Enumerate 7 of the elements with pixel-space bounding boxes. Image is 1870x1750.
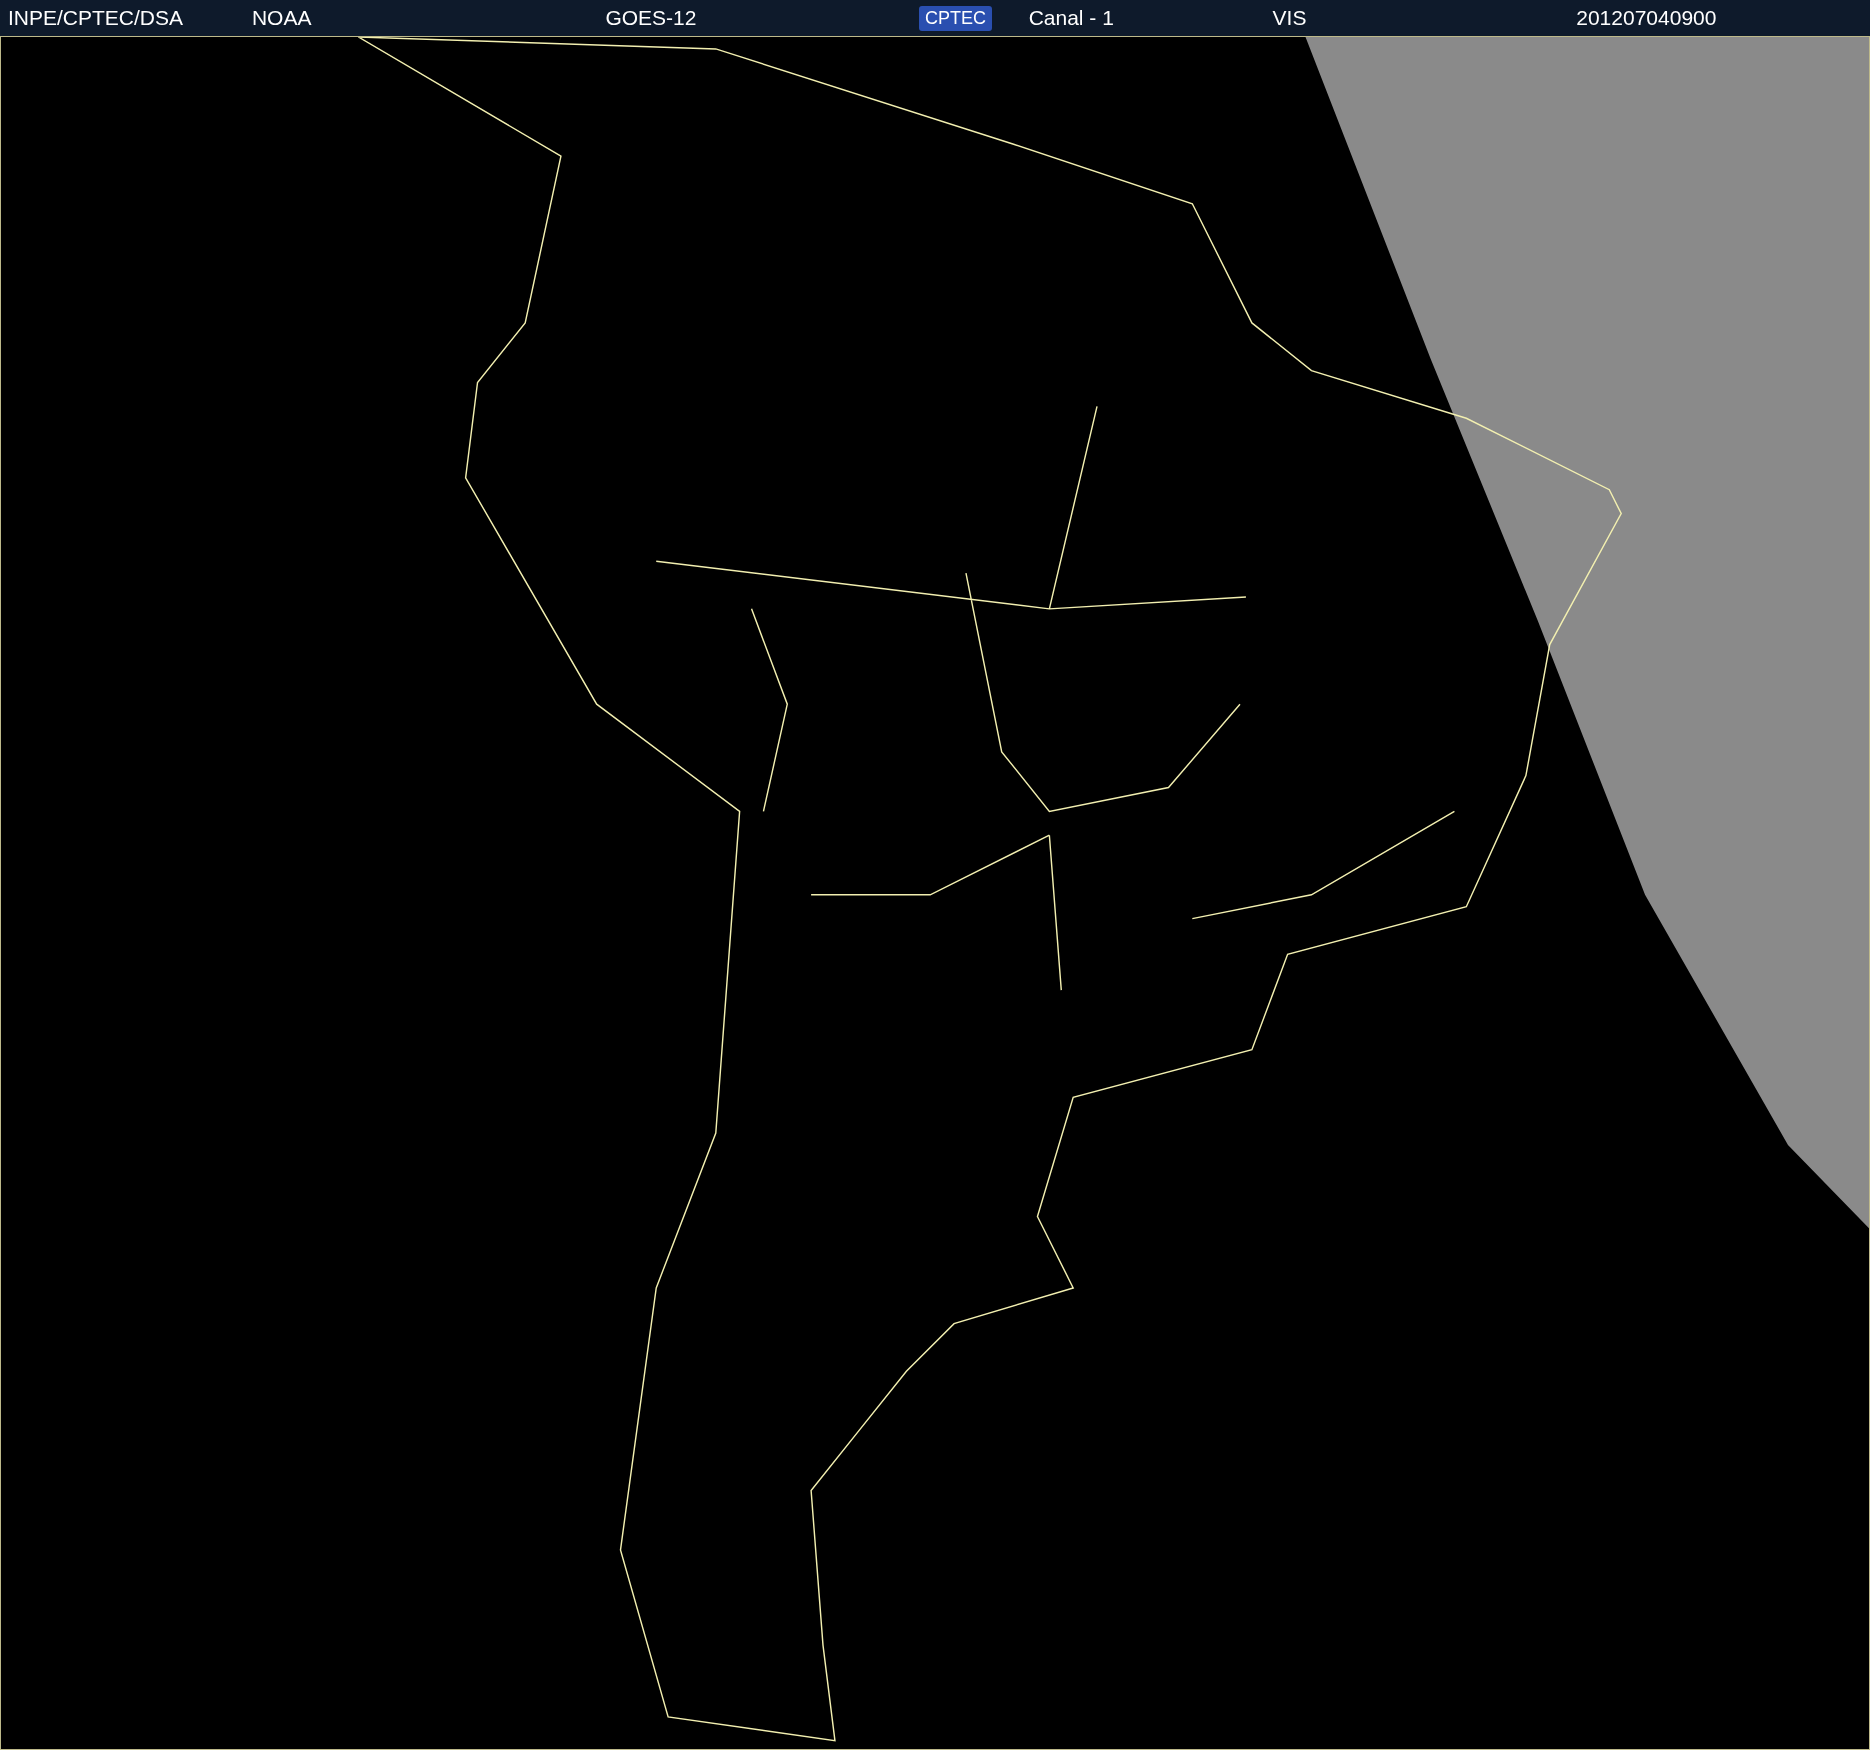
header-label: NOAA [251, 6, 312, 30]
header-label: Canal - 1 [1028, 6, 1114, 30]
header-label: GOES-12 [605, 6, 697, 30]
header-label: VIS [1272, 6, 1307, 30]
header-label: 201207040900 [1576, 6, 1717, 30]
cptec-logo: CPTEC [919, 5, 993, 31]
header-label: INPE/CPTEC/DSA [8, 6, 184, 30]
